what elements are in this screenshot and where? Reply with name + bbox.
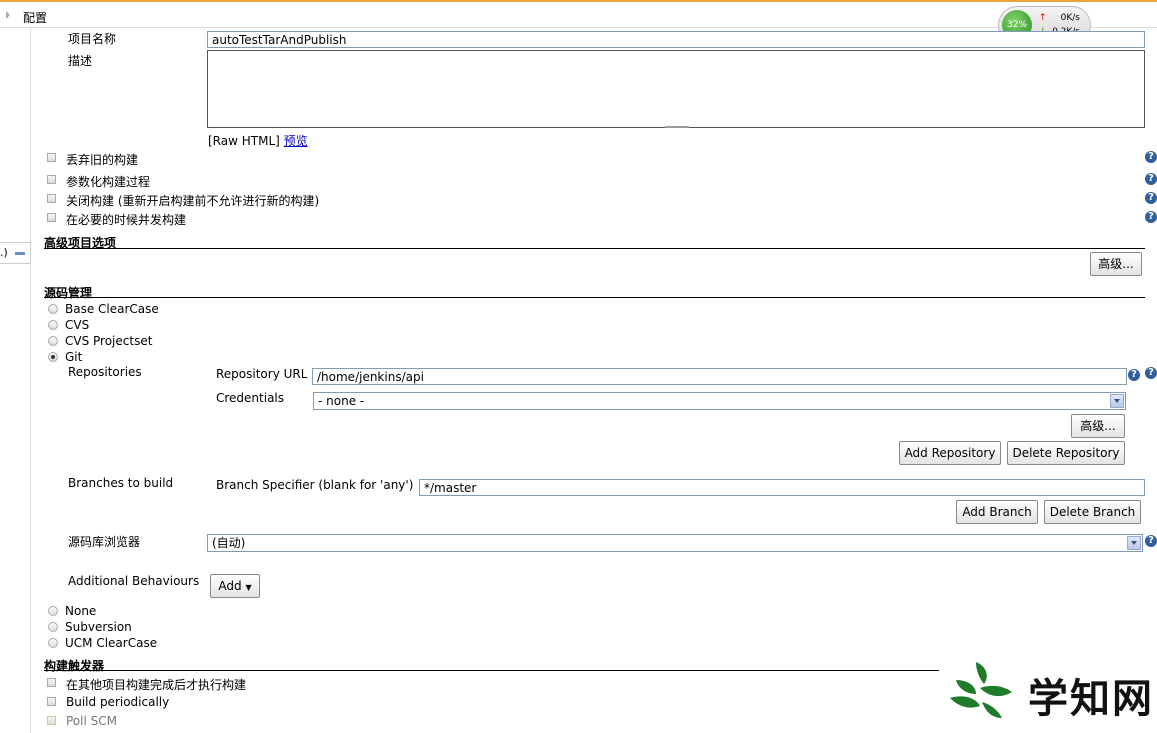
scm-option-label: CVS Projectset (65, 334, 153, 348)
help-icon[interactable]: ? (1145, 367, 1157, 379)
add-behaviour-label: Add (218, 579, 242, 593)
branch-specifier-label: Branch Specifier (blank for 'any') (216, 478, 414, 492)
credentials-value: - none - (318, 394, 365, 408)
project-name-label: 项目名称 (68, 32, 117, 46)
trigger-checkbox-poll-scm[interactable] (47, 716, 56, 725)
help-icon[interactable]: ? (1128, 369, 1140, 381)
add-branch-button[interactable]: Add Branch (956, 500, 1038, 524)
help-icon[interactable]: ? (1145, 192, 1157, 204)
help-icon[interactable]: ? (1145, 535, 1157, 547)
scm-option-label: Git (65, 350, 83, 364)
section-header: 配置 (0, 2, 1157, 28)
option-label-discard: 丢弃旧的构建 (66, 153, 139, 167)
option-label-parameterized: 参数化构建过程 (66, 175, 151, 189)
branch-specifier-input[interactable] (419, 479, 1145, 496)
scm-option-label: Base ClearCase (65, 302, 159, 316)
help-icon[interactable]: ? (1145, 211, 1157, 223)
left-panel-border (30, 28, 31, 733)
option-label-disable: 关闭构建 (重新开启构建前不允许进行新的构建) (66, 194, 320, 208)
scm-radio-ucm-clearcase[interactable] (48, 638, 58, 648)
trigger-checkbox-periodically[interactable] (47, 697, 56, 706)
option-label-concurrent: 在必要的时候并发构建 (66, 213, 187, 227)
trigger-checkbox-after-other[interactable] (47, 678, 56, 687)
scm-radio-cvs[interactable] (48, 320, 58, 330)
add-repository-button[interactable]: Add Repository (899, 441, 1001, 465)
option-checkbox-discard[interactable] (47, 153, 56, 162)
chevron-down-icon[interactable] (1110, 394, 1124, 408)
upload-speed: 0K/s (1060, 13, 1080, 23)
trigger-label: Poll SCM (66, 714, 117, 728)
page-title: 配置 (23, 11, 48, 25)
project-name-input[interactable] (207, 31, 1145, 48)
option-checkbox-parameterized[interactable] (47, 175, 56, 184)
help-icon[interactable]: ? (1145, 173, 1157, 185)
repo-url-label: Repository URL (216, 367, 308, 381)
add-behaviour-button[interactable]: Add ▼ (210, 574, 260, 598)
scm-radio-base-clearcase[interactable] (48, 304, 58, 314)
help-icon[interactable]: ? (1145, 151, 1157, 163)
option-checkbox-concurrent[interactable] (47, 213, 56, 222)
repo-browser-label: 源码库浏览器 (68, 535, 141, 549)
raw-html-label: [Raw HTML] (208, 134, 280, 148)
repo-browser-value: (自动) (212, 536, 246, 550)
delete-branch-button[interactable]: Delete Branch (1044, 500, 1141, 524)
scm-option-label: Subversion (65, 620, 132, 634)
advanced-project-button[interactable]: 高级... (1090, 252, 1142, 276)
scm-radio-subversion[interactable] (48, 622, 58, 632)
section-divider (44, 670, 939, 671)
trigger-label: Build periodically (66, 695, 170, 709)
additional-behaviours-label: Additional Behaviours (68, 574, 200, 588)
side-collapse-label: .) (0, 246, 8, 259)
caret-down-icon: ▼ (245, 583, 252, 592)
scm-radio-cvs-projectset[interactable] (48, 336, 58, 346)
scm-option-label: UCM ClearCase (65, 636, 158, 650)
section-divider (44, 248, 1145, 249)
section-divider (44, 297, 1145, 298)
chevron-down-icon[interactable] (1127, 536, 1141, 550)
repo-url-input[interactable] (312, 368, 1127, 385)
triggers-heading: 构建触发器 (44, 659, 105, 673)
side-collapse-tab[interactable]: .) (0, 242, 31, 264)
leaf-logo-icon (950, 662, 1012, 718)
repositories-label: Repositories (68, 365, 142, 379)
scm-option-label: None (65, 604, 97, 618)
scm-option-label: CVS (65, 318, 90, 332)
watermark-brand-text: 学知网 (1028, 676, 1154, 722)
scm-radio-git[interactable] (48, 352, 58, 362)
minus-icon[interactable] (15, 252, 25, 255)
scm-radio-none[interactable] (48, 606, 58, 616)
trigger-label: 在其他项目构建完成后才执行构建 (66, 678, 247, 692)
description-textarea[interactable] (207, 50, 1145, 128)
delete-repository-button[interactable]: Delete Repository (1007, 441, 1125, 465)
branches-label: Branches to build (68, 476, 174, 490)
preview-link[interactable]: 预览 (284, 134, 308, 148)
description-label: 描述 (68, 54, 93, 68)
scm-heading: 源码管理 (44, 286, 93, 300)
credentials-select[interactable]: - none - (313, 392, 1126, 410)
upload-arrow-icon: ↑ (1039, 13, 1047, 23)
credentials-label: Credentials (216, 391, 285, 405)
option-checkbox-disable[interactable] (47, 194, 56, 203)
repo-browser-select[interactable]: (自动) (207, 534, 1143, 552)
repo-advanced-button[interactable]: 高级... (1071, 414, 1125, 438)
expand-triangle-icon[interactable] (6, 11, 10, 19)
watermark-logo: 学知网 (940, 654, 1157, 724)
textarea-resize-grip[interactable] (665, 126, 689, 128)
